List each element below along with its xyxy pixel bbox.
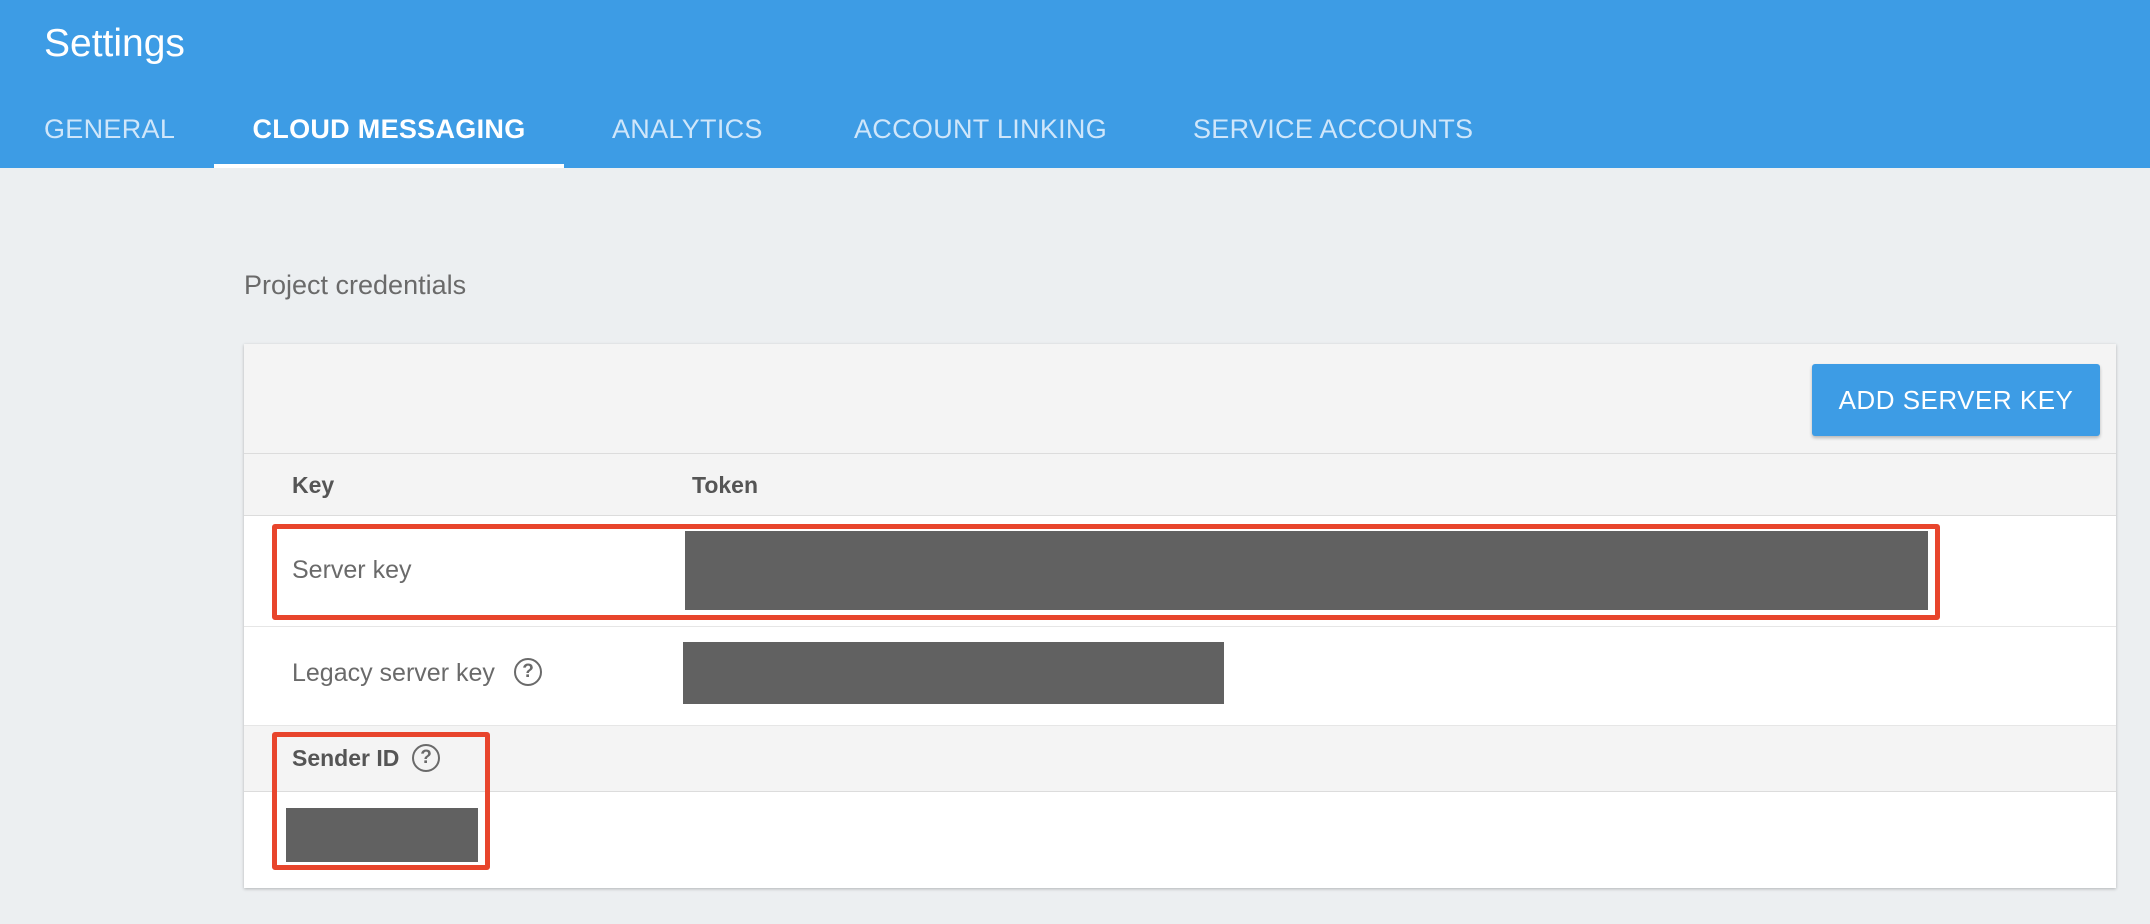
help-circle-icon[interactable]: ? [412, 744, 440, 772]
column-header-token: Token [692, 472, 759, 498]
tab-service-accounts[interactable]: SERVICE ACCOUNTS [1193, 100, 1473, 168]
sender-id-label: Sender ID [292, 745, 400, 771]
card-toolbar: ADD SERVER KEY [244, 344, 2116, 454]
sender-id-value-redacted[interactable] [286, 808, 478, 862]
tab-account-linking[interactable]: ACCOUNT LINKING [854, 100, 1107, 168]
settings-tabs: GENERAL CLOUD MESSAGING ANALYTICS ACCOUN… [0, 100, 2150, 168]
tab-cloud-messaging[interactable]: CLOUD MESSAGING [214, 100, 564, 168]
credentials-card: ADD SERVER KEY Key Token Server key Lega… [244, 344, 2116, 888]
add-server-key-button[interactable]: ADD SERVER KEY [1812, 364, 2100, 436]
server-key-token-redacted[interactable] [685, 531, 1928, 610]
tab-general[interactable]: GENERAL [44, 100, 175, 168]
server-key-label: Server key [292, 556, 412, 584]
table-row-server-key: Server key [244, 517, 2116, 627]
table-header: Key Token [244, 454, 2116, 516]
column-header-key: Key [292, 472, 335, 498]
legacy-server-key-token-redacted[interactable] [683, 642, 1224, 704]
help-circle-icon[interactable]: ? [514, 658, 542, 686]
sender-id-header: Sender ID ? [244, 726, 2116, 792]
table-row-legacy-server-key: Legacy server key ? [244, 628, 2116, 726]
tab-analytics[interactable]: ANALYTICS [612, 100, 763, 168]
legacy-server-key-label: Legacy server key [292, 659, 495, 687]
page-title: Settings [44, 22, 185, 65]
section-title: Project credentials [244, 270, 467, 300]
app-header: Settings GENERAL CLOUD MESSAGING ANALYTI… [0, 0, 2150, 168]
